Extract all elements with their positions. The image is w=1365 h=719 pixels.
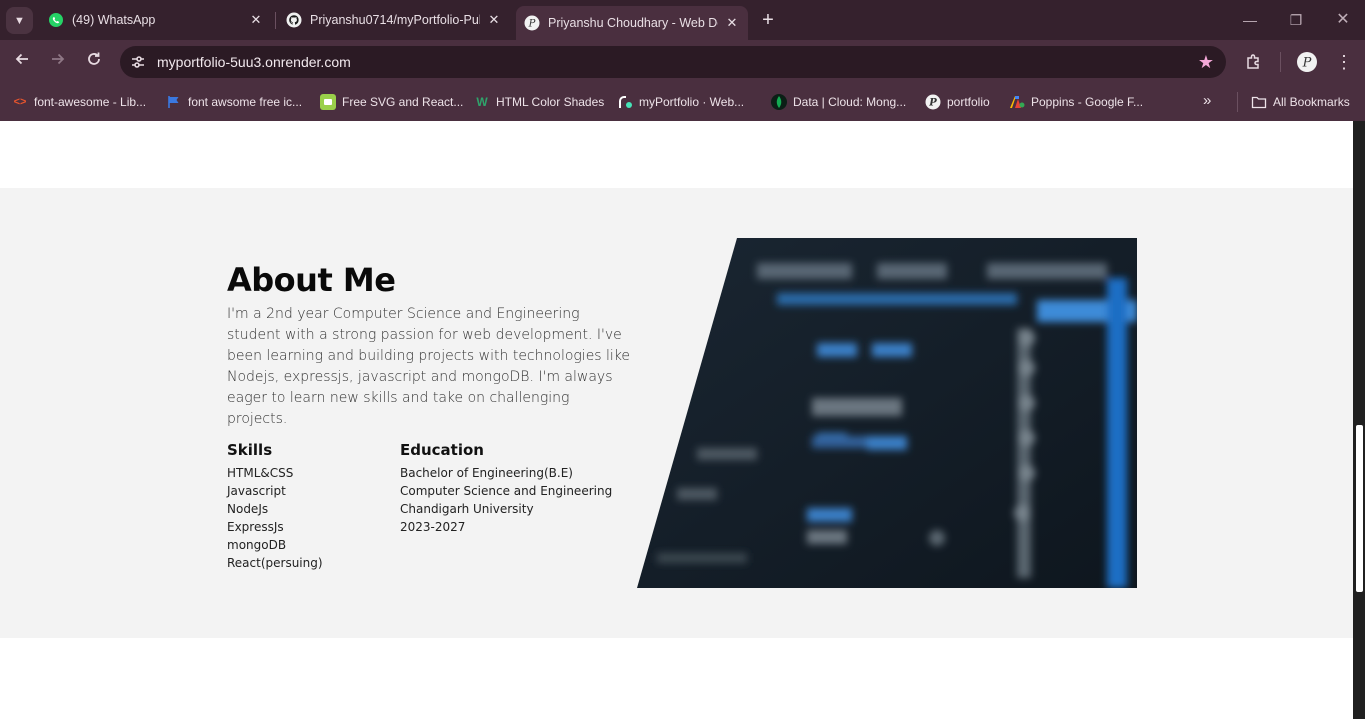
restore-icon[interactable]: ❐ [1286, 10, 1306, 30]
extensions-icon[interactable] [1242, 50, 1266, 74]
bookmark-label: myPortfolio · Web... [639, 95, 745, 109]
github-icon [286, 12, 302, 28]
about-description: I'm a 2nd year Computer Science and Engi… [227, 306, 631, 427]
skill-item: NodeJs [227, 502, 269, 516]
site-settings-icon[interactable] [128, 52, 148, 72]
bookmark-label: Poppins - Google F... [1031, 95, 1144, 109]
skill-item: Javascript [227, 484, 286, 498]
bookmark-label: portfolio [947, 95, 990, 109]
render-icon [617, 94, 633, 110]
bookmark-item[interactable]: font awsome free ic... [166, 92, 302, 112]
bookmark-item[interactable]: <> font-awesome - Lib... [12, 92, 147, 112]
url-text: myportfolio-5uu3.onrender.com [157, 54, 351, 70]
tab-strip: ▼ (49) WhatsApp ✕ Priyanshu0714/myPortfo… [0, 0, 1365, 40]
tab-github[interactable]: Priyanshu0714/myPortfolio-Pub ✕ [278, 0, 510, 40]
code-icon: <> [13, 96, 27, 108]
skill-item: HTML&CSS [227, 466, 294, 480]
all-bookmarks-label: All Bookmarks [1273, 95, 1350, 109]
bookmark-label: HTML Color Shades [496, 95, 605, 109]
whatsapp-icon [48, 12, 64, 28]
svg-text:P: P [528, 19, 536, 30]
education-title: Education [400, 441, 484, 459]
more-bookmarks-chevron-icon[interactable]: » [1203, 92, 1211, 109]
mongodb-leaf-icon [771, 94, 787, 110]
arrow-left-icon [15, 53, 28, 65]
tab-portfolio-active[interactable]: P Priyanshu Choudhary - Web De ✕ [516, 6, 748, 40]
bookmark-item[interactable]: Poppins - Google F... [1009, 92, 1143, 112]
minimize-icon[interactable]: — [1240, 10, 1260, 30]
svg-text:P: P [1302, 56, 1312, 71]
bookmark-star-icon[interactable]: ★ [1198, 52, 1214, 72]
about-code-image [637, 238, 1137, 588]
w-logo-icon: W [476, 95, 488, 109]
svg-text:P: P [928, 98, 937, 109]
close-window-icon[interactable]: ✕ [1333, 10, 1353, 30]
close-icon[interactable]: ✕ [486, 12, 502, 28]
new-tab-button[interactable]: + [758, 10, 778, 30]
toolbar-divider [1280, 52, 1281, 72]
bookmarks-bar: <> font-awesome - Lib... font awsome fre… [0, 84, 1365, 121]
browser-toolbar: myportfolio-5uu3.onrender.com ★ P ⋮ [0, 40, 1365, 84]
bookmark-item[interactable]: P portfolio [925, 92, 990, 112]
folder-icon [1251, 94, 1267, 110]
education-item: 2023-2027 [400, 520, 466, 534]
bookmark-label: Free SVG and React... [342, 95, 464, 109]
tab-title: (49) WhatsApp [72, 13, 156, 27]
back-button[interactable] [10, 50, 34, 74]
bookmark-label: font awsome free ic... [188, 95, 303, 109]
education-item: Bachelor of Engineering(B.E) [400, 466, 573, 480]
about-title: About Me [227, 261, 396, 299]
education-list: Bachelor of Engineering(B.E) Computer Sc… [400, 464, 612, 536]
bookmark-item[interactable]: myPortfolio · Web... [617, 92, 744, 112]
about-section: About Me I'm a 2nd year Computer Science… [0, 188, 1353, 638]
bookmark-item[interactable]: Data | Cloud: Mong... [771, 92, 906, 112]
google-fonts-icon [1009, 94, 1025, 110]
skill-item: ExpressJs [227, 520, 284, 534]
all-bookmarks-button[interactable]: All Bookmarks [1251, 92, 1350, 112]
svg-site-icon [320, 94, 336, 110]
close-icon[interactable]: ✕ [724, 15, 740, 31]
chevron-down-icon: ▼ [14, 14, 25, 27]
scrollbar-thumb[interactable] [1356, 425, 1363, 592]
education-item: Chandigarh University [400, 502, 534, 516]
page-viewport: About Me I'm a 2nd year Computer Science… [0, 121, 1353, 719]
profile-avatar[interactable]: P [1295, 50, 1319, 74]
bookmarks-divider [1237, 92, 1238, 112]
skills-list: HTML&CSS Javascript NodeJs ExpressJs mon… [227, 464, 323, 572]
bookmark-label: font-awesome - Lib... [34, 95, 147, 109]
portfolio-favicon-icon: P [524, 15, 540, 31]
address-bar[interactable]: myportfolio-5uu3.onrender.com ★ [120, 46, 1226, 78]
bookmark-item[interactable]: W HTML Color Shades [474, 92, 604, 112]
skill-item: mongoDB [227, 538, 287, 552]
tab-title: Priyanshu Choudhary - Web De [548, 16, 718, 30]
skill-item: React(persuing) [227, 556, 323, 570]
skills-title: Skills [227, 441, 273, 459]
flag-icon [166, 94, 182, 110]
education-item: Computer Science and Engineering [400, 484, 613, 498]
forward-button[interactable] [46, 50, 70, 74]
tab-whatsapp[interactable]: (49) WhatsApp ✕ [40, 0, 272, 40]
close-icon[interactable]: ✕ [248, 12, 264, 28]
tab-title: Priyanshu0714/myPortfolio-Pub [310, 13, 480, 27]
page-scrollbar[interactable] [1353, 121, 1365, 719]
tab-divider [275, 12, 276, 29]
reload-button[interactable] [82, 50, 106, 74]
bookmark-item[interactable]: Free SVG and React... [320, 92, 463, 112]
reload-icon [88, 52, 100, 65]
menu-kebab-icon[interactable]: ⋮ [1332, 50, 1356, 74]
arrow-right-icon [52, 53, 65, 65]
portfolio-favicon-icon: P [925, 94, 941, 110]
bookmark-label: Data | Cloud: Mong... [793, 95, 907, 109]
tab-search-button[interactable]: ▼ [6, 7, 33, 34]
